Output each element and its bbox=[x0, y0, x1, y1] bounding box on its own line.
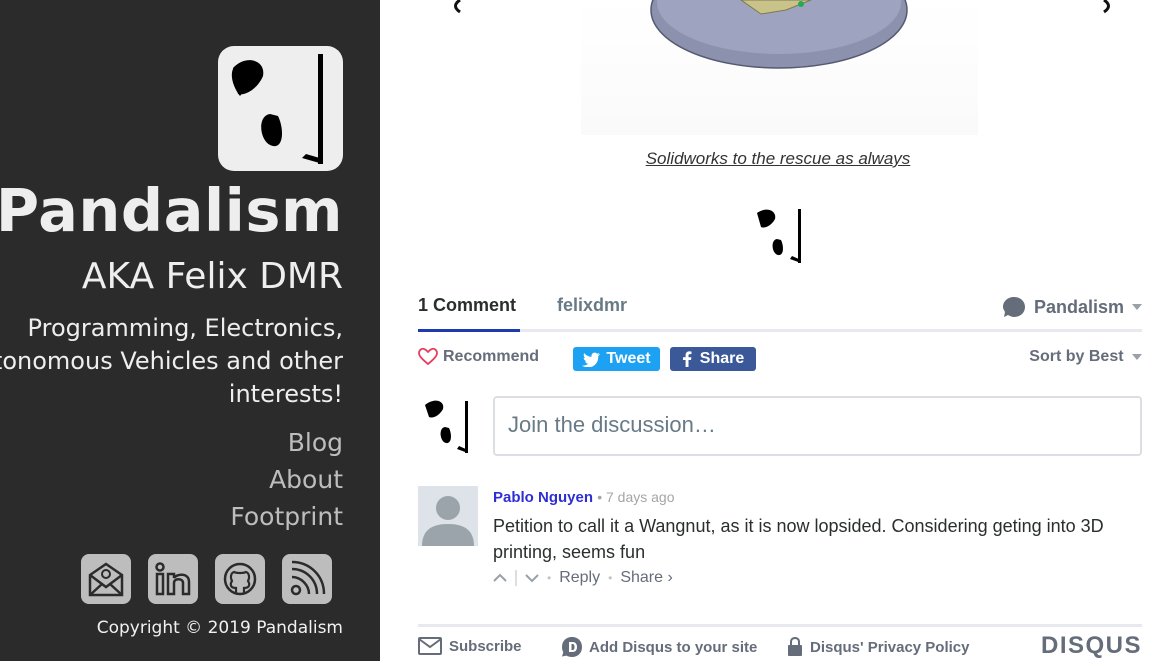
disqus-tabs: 1 Comment felixdmr Pandalism bbox=[418, 288, 1142, 332]
share-label: Share bbox=[699, 350, 745, 367]
privacy-label: Disqus' Privacy Policy bbox=[810, 638, 970, 656]
comment-actions: • Reply • Share › bbox=[493, 569, 673, 587]
disqus-footer: Subscribe Add Disqus to your site Disqus… bbox=[418, 624, 1142, 661]
commenter-avatar[interactable] bbox=[418, 486, 478, 546]
rss-link[interactable] bbox=[282, 554, 332, 604]
disqus-d-icon bbox=[562, 637, 582, 657]
add-disqus-label: Add Disqus to your site bbox=[589, 638, 758, 656]
post-figure-image bbox=[581, 0, 978, 135]
nav-link-blog[interactable]: Blog bbox=[230, 424, 343, 461]
current-user-avatar[interactable] bbox=[423, 397, 471, 460]
copyright: Copyright © 2019 Pandalism bbox=[96, 618, 343, 638]
nav-link-footprint[interactable]: Footprint bbox=[230, 498, 343, 535]
comment-body: Petition to call it a Wangnut, as it is … bbox=[493, 516, 1104, 562]
carousel-next-icon[interactable] bbox=[1098, 0, 1118, 14]
github-icon bbox=[223, 562, 257, 596]
social-links bbox=[81, 554, 332, 604]
chevron-down-icon bbox=[1132, 353, 1142, 360]
lock-icon bbox=[788, 637, 802, 656]
recommend-button[interactable]: Recommend bbox=[418, 348, 539, 366]
dot-separator: • bbox=[547, 571, 552, 585]
reply-link[interactable]: Reply bbox=[559, 569, 600, 587]
comment-separator: • bbox=[597, 489, 606, 505]
tweet-button[interactable]: Tweet bbox=[573, 347, 660, 371]
linkedin-link[interactable] bbox=[148, 554, 198, 604]
site-description: Programming, Electronics, Autonomous Veh… bbox=[0, 314, 343, 408]
github-link[interactable] bbox=[215, 554, 265, 604]
tab-user[interactable]: felixdmr bbox=[557, 295, 627, 316]
downvote-icon[interactable] bbox=[525, 573, 539, 583]
heart-icon bbox=[418, 348, 438, 366]
comment-author[interactable]: Pablo Nguyen bbox=[493, 489, 593, 506]
forum-menu[interactable]: Pandalism bbox=[1002, 295, 1142, 319]
sort-label: Sort by Best bbox=[1029, 348, 1124, 365]
chat-bubble-icon bbox=[1002, 297, 1025, 317]
panda-logo-icon bbox=[757, 209, 801, 263]
tab-comments[interactable]: 1 Comment bbox=[418, 295, 516, 316]
carousel-prev-icon[interactable] bbox=[446, 0, 466, 14]
chevron-down-icon bbox=[1132, 304, 1142, 310]
nav-link-about[interactable]: About bbox=[230, 461, 343, 498]
default-avatar-icon bbox=[418, 486, 478, 546]
envelope-icon bbox=[418, 637, 442, 655]
panda-divider-logo bbox=[753, 207, 805, 270]
facebook-share-button[interactable]: Share bbox=[670, 347, 756, 371]
tweet-label: Tweet bbox=[606, 350, 651, 367]
site-logo[interactable] bbox=[218, 46, 343, 171]
twitter-bird-icon bbox=[582, 352, 601, 367]
subscribe-label: Subscribe bbox=[449, 637, 522, 655]
email-link[interactable] bbox=[81, 554, 131, 604]
comment-input[interactable]: Join the discussion… bbox=[493, 396, 1142, 456]
comment-timestamp[interactable]: 7 days ago bbox=[606, 489, 675, 505]
rss-icon bbox=[290, 560, 326, 596]
vote-divider bbox=[515, 570, 517, 586]
subscribe-link[interactable]: Subscribe bbox=[418, 637, 522, 655]
linkedin-icon bbox=[155, 562, 191, 596]
recommend-label: Recommend bbox=[443, 348, 540, 365]
cad-render-image bbox=[650, 0, 908, 69]
email-icon bbox=[88, 562, 124, 597]
thread-actions: Recommend Tweet Share Sort by Best bbox=[418, 345, 1142, 373]
sidebar: Pandalism AKA Felix DMR Programming, Ele… bbox=[0, 0, 380, 661]
site-subtitle: AKA Felix DMR bbox=[81, 256, 343, 297]
panda-logo-icon bbox=[231, 54, 323, 164]
privacy-policy-link[interactable]: Disqus' Privacy Policy bbox=[787, 637, 969, 657]
share-link[interactable]: Share › bbox=[620, 569, 672, 587]
upvote-icon[interactable] bbox=[493, 573, 507, 583]
panda-logo-icon bbox=[425, 400, 468, 453]
dot-separator: • bbox=[608, 571, 613, 585]
add-disqus-link[interactable]: Add Disqus to your site bbox=[562, 637, 757, 657]
sidebar-nav: Blog About Footprint bbox=[230, 424, 343, 535]
comment-header: Pablo Nguyen • 7 days ago bbox=[493, 489, 674, 506]
disqus-logo[interactable]: DISQUS bbox=[1041, 632, 1142, 660]
sort-dropdown[interactable]: Sort by Best bbox=[1029, 348, 1142, 366]
facebook-icon bbox=[682, 351, 692, 367]
figure-caption: Solidworks to the rescue as always bbox=[645, 149, 911, 168]
site-title[interactable]: Pandalism bbox=[0, 176, 343, 245]
active-tab-indicator bbox=[418, 329, 520, 332]
forum-name-label: Pandalism bbox=[1033, 296, 1124, 317]
